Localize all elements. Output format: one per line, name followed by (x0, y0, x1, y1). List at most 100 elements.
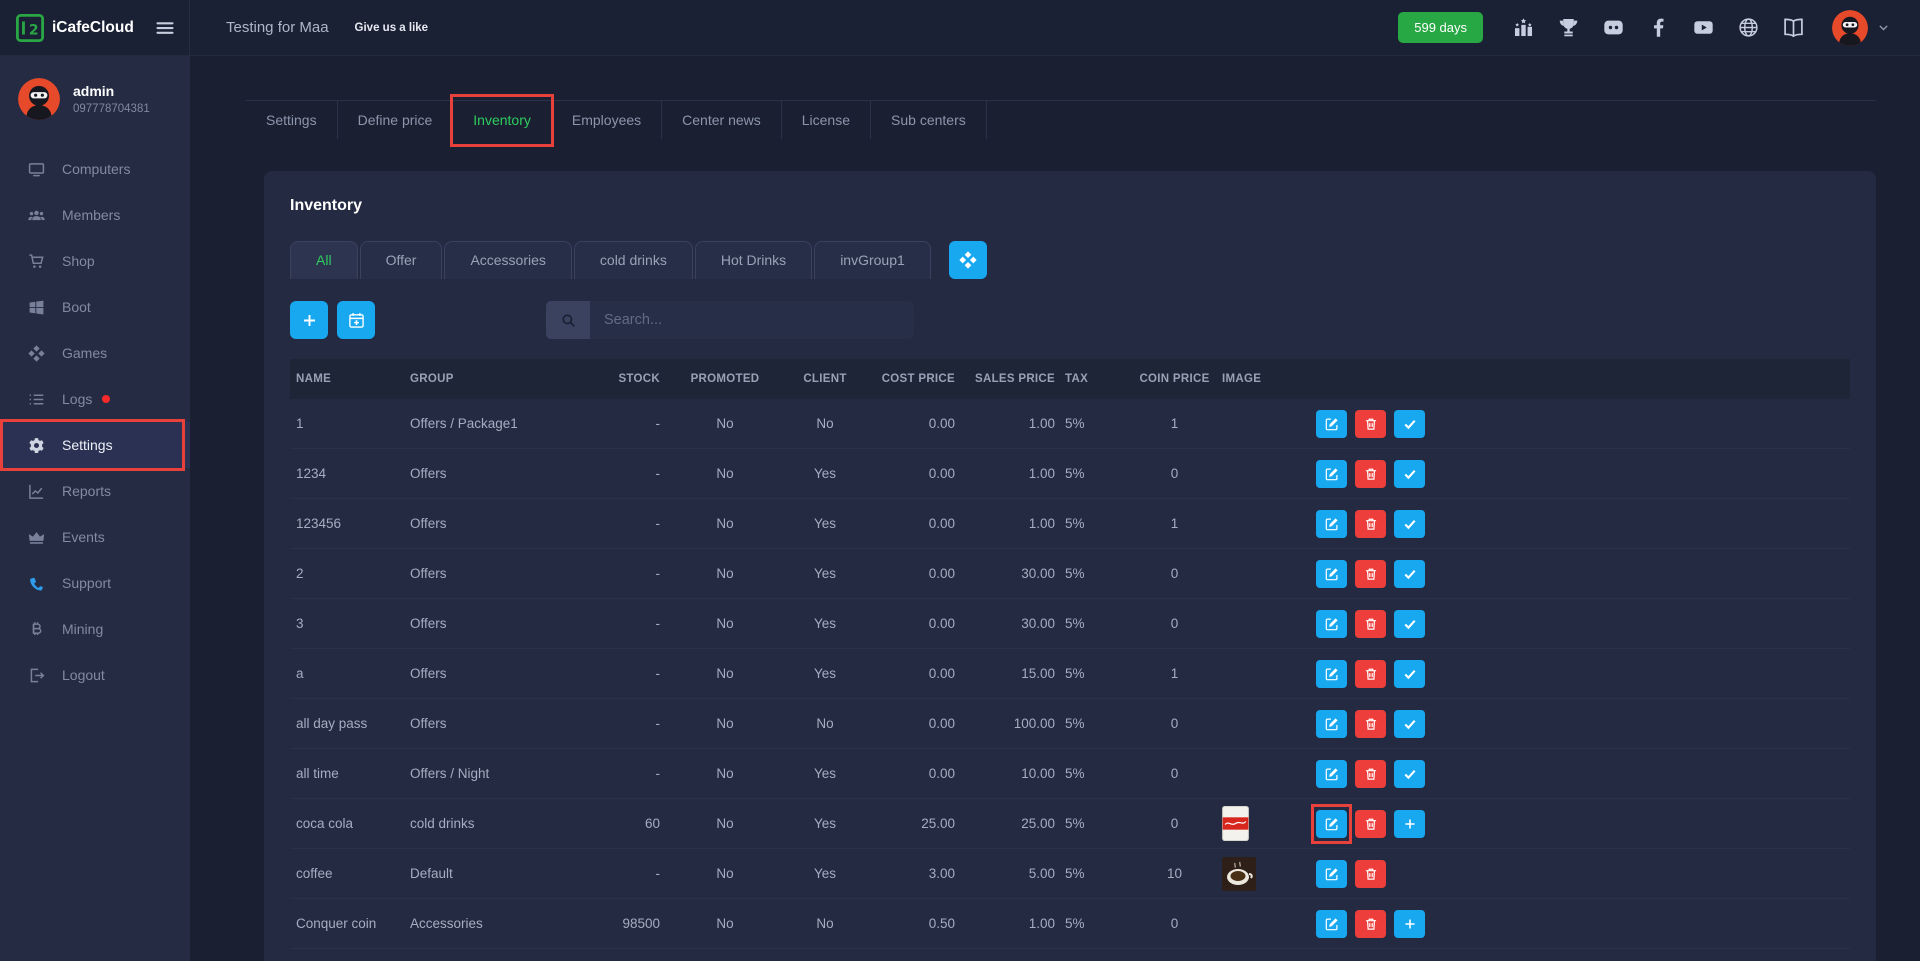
delete-button[interactable] (1355, 410, 1386, 438)
delete-button[interactable] (1355, 710, 1386, 738)
delete-button[interactable] (1355, 860, 1386, 888)
cell-cost-price: 0.50 (870, 916, 965, 931)
cell-promoted: No (670, 616, 780, 631)
delete-button[interactable] (1355, 460, 1386, 488)
delete-button[interactable] (1355, 910, 1386, 938)
edit-button[interactable] (1316, 910, 1347, 938)
user-menu[interactable] (1832, 10, 1890, 46)
cell-tax: 5% (1065, 866, 1127, 881)
delete-button[interactable] (1355, 660, 1386, 688)
delete-button[interactable] (1355, 810, 1386, 838)
days-remaining-badge[interactable]: 599 days (1398, 12, 1483, 43)
center-title: Testing for Maa (226, 19, 329, 36)
sidebar-item-settings[interactable]: Settings (0, 422, 190, 468)
sidebar-item-computers[interactable]: Computers (0, 146, 190, 192)
globe-icon[interactable] (1738, 17, 1759, 38)
tab-inventory[interactable]: Inventory (453, 101, 552, 139)
cell-promoted: No (670, 816, 780, 831)
cell-cost-price: 0.00 (870, 716, 965, 731)
check-button[interactable] (1394, 610, 1425, 638)
column-header-image: IMAGE (1222, 373, 1312, 385)
delete-button[interactable] (1355, 610, 1386, 638)
check-button[interactable] (1394, 710, 1425, 738)
menu-icon[interactable] (155, 18, 175, 38)
sidebar-item-mining[interactable]: Mining (0, 606, 190, 652)
youtube-icon[interactable] (1693, 17, 1714, 38)
delete-button[interactable] (1355, 510, 1386, 538)
manage-groups-button[interactable] (949, 241, 987, 279)
sidebar-item-logs[interactable]: Logs (0, 376, 190, 422)
sidebar-item-events[interactable]: Events (0, 514, 190, 560)
facebook-icon[interactable] (1648, 17, 1669, 38)
edit-button[interactable] (1316, 410, 1347, 438)
tab-center-news[interactable]: Center news (662, 101, 782, 139)
edit-button[interactable] (1316, 610, 1347, 638)
admin-username: admin (73, 83, 150, 99)
sidebar-item-label: Boot (62, 299, 91, 315)
check-button[interactable] (1394, 560, 1425, 588)
check-button[interactable] (1394, 760, 1425, 788)
tab-define-price[interactable]: Define price (338, 101, 454, 139)
cell-cost-price: 0.00 (870, 566, 965, 581)
inventory-group-tab-hot-drinks[interactable]: Hot Drinks (695, 241, 812, 279)
sidebar-item-shop[interactable]: Shop (0, 238, 190, 284)
discord-icon[interactable] (1603, 17, 1624, 38)
row-actions (1312, 810, 1850, 838)
edit-button[interactable] (1316, 560, 1347, 588)
edit-button[interactable] (1316, 460, 1347, 488)
edit-button[interactable] (1316, 760, 1347, 788)
row-actions (1312, 660, 1850, 688)
sidebar-item-support[interactable]: Support (0, 560, 190, 606)
column-header-tax: TAX (1065, 373, 1127, 385)
inventory-group-tab-all[interactable]: All (290, 241, 358, 279)
logout-icon (28, 667, 45, 684)
edit-button[interactable] (1316, 860, 1347, 888)
give-us-a-like-link[interactable]: Give us a like (355, 22, 429, 34)
inventory-group-tabs: AllOfferAccessoriescold drinksHot Drinks… (290, 241, 933, 279)
check-button[interactable] (1394, 460, 1425, 488)
tab-employees[interactable]: Employees (552, 101, 662, 139)
search-input[interactable] (590, 301, 914, 339)
cell-cost-price: 0.00 (870, 616, 965, 631)
add-stock-button[interactable] (1394, 810, 1425, 838)
edit-button[interactable] (1316, 510, 1347, 538)
tab-settings[interactable]: Settings (246, 101, 338, 139)
inventory-group-tab-invgroup1[interactable]: invGroup1 (814, 241, 931, 279)
add-product-button[interactable] (290, 301, 328, 339)
trophy-icon[interactable] (1558, 17, 1579, 38)
search-icon (546, 301, 590, 339)
sidebar-item-label: Members (62, 207, 120, 223)
cell-group: Offers (410, 516, 595, 531)
delete-button[interactable] (1355, 760, 1386, 788)
inventory-group-tab-accessories[interactable]: Accessories (444, 241, 571, 279)
sidebar-item-logout[interactable]: Logout (0, 652, 190, 698)
check-button[interactable] (1394, 660, 1425, 688)
cell-coin-price: 0 (1127, 566, 1222, 581)
cell-group: Offers (410, 466, 595, 481)
cell-name: all day pass (290, 716, 410, 731)
edit-button[interactable] (1316, 660, 1347, 688)
inventory-group-tab-offer[interactable]: Offer (360, 241, 443, 279)
calendar-plus-button[interactable] (337, 301, 375, 339)
sidebar-item-label: Events (62, 529, 105, 545)
tab-sub-centers[interactable]: Sub centers (871, 101, 987, 139)
sidebar-item-members[interactable]: Members (0, 192, 190, 238)
avatar[interactable] (1832, 10, 1868, 46)
add-stock-button[interactable] (1394, 910, 1425, 938)
check-button[interactable] (1394, 410, 1425, 438)
edit-button[interactable] (1316, 810, 1347, 838)
sidebar-item-reports[interactable]: Reports (0, 468, 190, 514)
inventory-group-tab-cold-drinks[interactable]: cold drinks (574, 241, 693, 279)
sidebar-item-games[interactable]: Games (0, 330, 190, 376)
sidebar-item-boot[interactable]: Boot (0, 284, 190, 330)
cell-client: Yes (780, 616, 870, 631)
cell-tax: 5% (1065, 916, 1127, 931)
cell-group: Offers (410, 716, 595, 731)
edit-button[interactable] (1316, 710, 1347, 738)
ranking-icon[interactable] (1513, 17, 1534, 38)
delete-button[interactable] (1355, 560, 1386, 588)
tab-license[interactable]: License (782, 101, 871, 139)
check-button[interactable] (1394, 510, 1425, 538)
book-icon[interactable] (1783, 17, 1804, 38)
cell-client: Yes (780, 816, 870, 831)
